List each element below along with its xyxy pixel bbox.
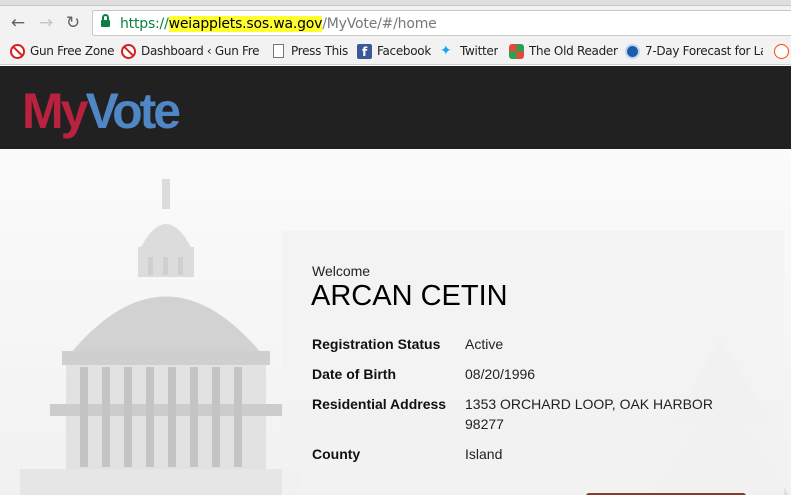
residential-address-label: Residential Address bbox=[312, 396, 447, 412]
county-label: County bbox=[312, 446, 361, 462]
bookmark-facebook[interactable]: f Facebook bbox=[357, 43, 432, 60]
browser-toolbar: ← → ↻ https://weiapplets.sos.wa.gov/MyVo… bbox=[0, 6, 791, 38]
lock-icon bbox=[101, 14, 110, 28]
bookmark-label: The Old Reader bbox=[529, 44, 618, 58]
reddit-icon bbox=[774, 44, 789, 59]
bookmark-label: 7-Day Forecast for Lat bbox=[645, 44, 763, 58]
back-arrow-icon[interactable]: ← bbox=[9, 14, 27, 32]
date-of-birth-label: Date of Birth bbox=[312, 366, 396, 382]
bookmark-twitter[interactable]: ✦ Twitter bbox=[440, 43, 500, 60]
url-host: weiapplets.sos.wa.gov bbox=[168, 16, 323, 32]
bookmark-press-this[interactable]: Press This bbox=[271, 43, 349, 60]
twitter-icon: ✦ bbox=[440, 43, 452, 59]
bookmark-label: Twitter bbox=[460, 44, 499, 58]
reload-icon[interactable]: ↻ bbox=[64, 14, 82, 32]
no-gun-icon bbox=[121, 44, 136, 59]
site-header: MyVote bbox=[0, 66, 791, 149]
noaa-icon bbox=[625, 44, 640, 59]
bookmark-label: Gun Free Zone bbox=[30, 44, 115, 58]
voter-name: ARCAN CETIN bbox=[311, 280, 508, 312]
bookmarks-bar: Gun Free Zone Dashboard ‹ Gun Free Press… bbox=[0, 38, 791, 65]
bookmark-gun-free-zone[interactable]: Gun Free Zone bbox=[10, 43, 115, 60]
county-value: Island bbox=[465, 446, 503, 462]
registration-status-value: Active bbox=[465, 336, 504, 352]
facebook-icon: f bbox=[357, 44, 372, 59]
url-text: https://weiapplets.sos.wa.gov/MyVote/#/h… bbox=[120, 16, 437, 32]
url-scheme: https:// bbox=[120, 16, 169, 32]
bookmark-label: Facebook bbox=[377, 44, 431, 58]
address-bar[interactable]: https://weiapplets.sos.wa.gov/MyVote/#/h… bbox=[92, 10, 791, 36]
page-icon bbox=[273, 44, 284, 58]
logo-my: My bbox=[22, 83, 88, 139]
date-of-birth-value: 08/20/1996 bbox=[465, 366, 536, 382]
welcome-text: Welcome bbox=[312, 263, 371, 279]
forward-arrow-icon[interactable]: → bbox=[37, 14, 55, 32]
registration-status-label: Registration Status bbox=[312, 336, 441, 352]
bookmark-label: Dashboard ‹ Gun Free bbox=[141, 44, 259, 58]
logo-vote: Vote bbox=[85, 83, 181, 139]
residential-address-value: 1353 ORCHARD LOOP, OAK HARBOR 98277 bbox=[465, 396, 713, 432]
capitol-dome-image bbox=[20, 179, 300, 495]
url-path: /MyVote/#/home bbox=[322, 16, 437, 32]
old-reader-icon bbox=[509, 44, 524, 59]
bookmark-old-reader[interactable]: The Old Reader bbox=[509, 43, 618, 60]
voter-info-card: Welcome ARCAN CETIN Registration Status … bbox=[282, 231, 784, 495]
bookmark-label: Press This bbox=[291, 44, 348, 58]
no-gun-icon bbox=[10, 44, 25, 59]
bookmark-forecast[interactable]: 7-Day Forecast for Lat bbox=[625, 43, 765, 60]
bookmark-reddit[interactable] bbox=[774, 43, 791, 60]
myvote-logo[interactable]: MyVote bbox=[22, 83, 181, 139]
hero-background: Welcome ARCAN CETIN Registration Status … bbox=[0, 149, 791, 495]
bookmark-dashboard[interactable]: Dashboard ‹ Gun Free bbox=[121, 43, 259, 60]
